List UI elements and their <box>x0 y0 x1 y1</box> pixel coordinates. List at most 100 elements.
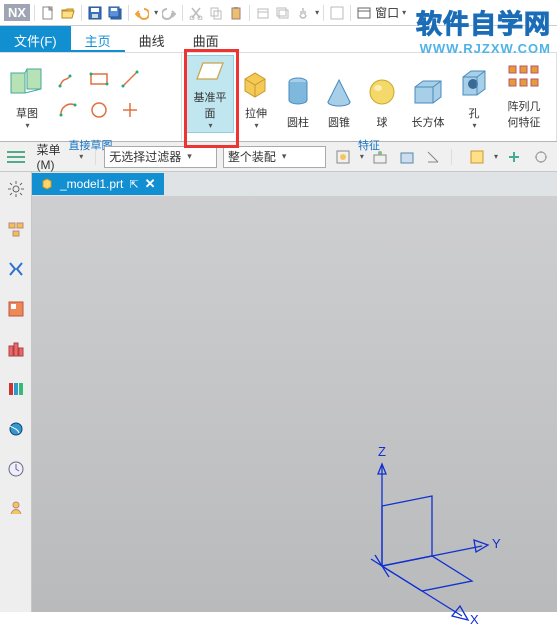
constraint-nav-icon[interactable] <box>5 258 27 280</box>
line-icon[interactable] <box>116 65 144 93</box>
reuse-icon[interactable] <box>5 298 27 320</box>
hole-button[interactable]: 孔 ▾ <box>452 55 496 133</box>
document-name: _model1.prt <box>60 177 123 191</box>
paste-icon[interactable] <box>227 4 245 22</box>
sel-tool4-icon[interactable] <box>423 146 444 168</box>
selection-toolbar: 菜单(M)▾ 无选择过滤器▾ 整个装配▾ ▾ ▾ <box>0 142 557 172</box>
sel-tool3-icon[interactable] <box>396 146 417 168</box>
save-icon[interactable] <box>86 4 104 22</box>
workspace: _model1.prt ⇱ ✕ Z Y X <box>0 172 557 612</box>
chevron-down-icon: ▾ <box>187 151 192 162</box>
new-icon[interactable] <box>39 4 57 22</box>
extrude-button[interactable]: 拉伸 ▾ <box>234 55 278 133</box>
viewport[interactable]: _model1.prt ⇱ ✕ Z Y X <box>32 172 557 612</box>
chevron-down-icon[interactable]: ▾ <box>360 152 364 161</box>
sel-tool1-icon[interactable] <box>332 146 353 168</box>
canvas[interactable]: Z Y X <box>32 196 557 612</box>
open-icon[interactable] <box>59 4 77 22</box>
tool2-icon[interactable] <box>274 4 292 22</box>
separator <box>34 5 35 21</box>
window-icon[interactable] <box>355 4 373 22</box>
tab-curve[interactable]: 曲线 <box>125 26 179 52</box>
pattern-label: 阵列几何特征 <box>503 98 545 130</box>
sketch-tools <box>54 65 144 124</box>
datum-plane-label: 基准平面 <box>193 89 227 121</box>
checkbox-icon[interactable] <box>328 4 346 22</box>
cylinder-button[interactable]: 圆柱 <box>278 55 318 133</box>
cut-icon[interactable] <box>187 4 205 22</box>
separator <box>451 149 452 165</box>
cuboid-button[interactable]: 长方体 <box>404 55 452 133</box>
separator <box>81 5 82 21</box>
document-tab[interactable]: _model1.prt ⇱ ✕ <box>32 173 164 195</box>
chevron-down-icon[interactable]: ▾ <box>494 152 498 161</box>
coordinate-axes: Z Y X <box>342 426 542 626</box>
cone-label: 圆锥 <box>328 114 350 130</box>
menu-icon[interactable] <box>6 146 27 168</box>
sketch-button[interactable]: 草图 ▾ <box>4 55 50 133</box>
cylinder-label: 圆柱 <box>287 114 309 130</box>
filter-value: 无选择过滤器 <box>109 148 181 165</box>
library-icon[interactable] <box>5 378 27 400</box>
sel-add-icon[interactable] <box>504 146 525 168</box>
sphere-button[interactable]: 球 <box>360 55 404 133</box>
group-sketch: 草图 ▾ 直接草图 <box>0 53 182 141</box>
close-icon[interactable]: ✕ <box>145 176 156 192</box>
sketch-icon <box>9 63 45 103</box>
separator <box>323 5 324 21</box>
redo-icon[interactable] <box>160 4 178 22</box>
point-icon[interactable] <box>116 96 144 124</box>
cone-button[interactable]: 圆锥 <box>318 55 360 133</box>
pin-icon[interactable]: ⇱ <box>129 178 138 191</box>
datum-plane-button[interactable]: 基准平面 ▾ <box>186 55 234 133</box>
settings-icon[interactable] <box>5 178 27 200</box>
part-nav-icon[interactable] <box>5 218 27 240</box>
separator <box>128 5 129 21</box>
history-icon[interactable] <box>5 338 27 360</box>
filter-select[interactable]: 无选择过滤器 ▾ <box>104 146 217 168</box>
window-dropdown[interactable]: 窗口▾ <box>375 4 406 21</box>
sel-tool2-icon[interactable] <box>370 146 391 168</box>
sketch-label: 草图 <box>16 105 38 121</box>
tool1-icon[interactable] <box>254 4 272 22</box>
document-tabs: _model1.prt ⇱ ✕ <box>32 172 557 196</box>
sel-color-icon[interactable] <box>466 146 487 168</box>
extrude-icon <box>241 63 271 103</box>
chevron-down-icon: ▾ <box>282 151 287 162</box>
tab-surface[interactable]: 曲面 <box>179 26 233 52</box>
axis-x-label: X <box>470 612 479 626</box>
roles-icon[interactable] <box>5 498 27 520</box>
separator <box>249 5 250 21</box>
title-bar: NX ▾ ▾ 窗口▾ <box>0 0 557 26</box>
assembly-select[interactable]: 整个装配 ▾ <box>223 146 326 168</box>
undo-dropdown-icon[interactable]: ▾ <box>154 8 158 17</box>
sphere-label: 球 <box>377 114 388 130</box>
sel-opts-icon[interactable] <box>531 146 552 168</box>
ribbon: 草图 ▾ 直接草图 基准平面 ▾ 拉伸 ▾ <box>0 52 557 142</box>
assembly-value: 整个装配 <box>228 148 276 165</box>
part-icon <box>40 177 54 191</box>
menu-button[interactable]: 菜单(M)▾ <box>33 139 88 174</box>
rectangle-icon[interactable] <box>85 65 113 93</box>
sphere-icon <box>367 72 397 112</box>
copy-icon[interactable] <box>207 4 225 22</box>
arc-icon[interactable] <box>54 96 82 124</box>
chevron-down-icon: ▾ <box>79 152 83 161</box>
save-all-icon[interactable] <box>106 4 124 22</box>
web-icon[interactable] <box>5 418 27 440</box>
touch-icon[interactable] <box>294 4 312 22</box>
profile-icon[interactable] <box>54 65 82 93</box>
circle-icon[interactable] <box>85 96 113 124</box>
pattern-icon <box>507 58 541 96</box>
chevron-down-icon: ▾ <box>208 121 212 130</box>
clock-icon[interactable] <box>5 458 27 480</box>
undo-icon[interactable] <box>133 4 151 22</box>
group-feature: 基准平面 ▾ 拉伸 ▾ 圆柱 圆锥 球 长方体 <box>182 53 557 141</box>
touch-dropdown-icon[interactable]: ▾ <box>315 8 319 17</box>
tab-home[interactable]: 主页 <box>71 26 125 52</box>
menu-label: 菜单(M) <box>37 141 76 172</box>
chevron-down-icon: ▾ <box>402 8 406 17</box>
tab-file[interactable]: 文件(F) <box>0 26 71 52</box>
axis-y-label: Y <box>492 536 501 551</box>
pattern-button[interactable]: 阵列几何特征 <box>496 55 552 133</box>
